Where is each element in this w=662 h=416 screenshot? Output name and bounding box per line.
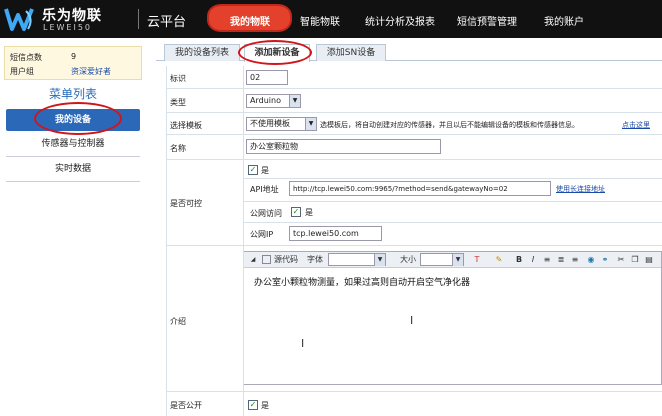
source-code-button[interactable]: 源代码 bbox=[274, 254, 298, 265]
id-label: 标识 bbox=[170, 74, 186, 83]
tab-device-list[interactable]: 我的设备列表 bbox=[164, 44, 240, 61]
chevron-down-icon: ▼ bbox=[374, 254, 385, 266]
intro-text: 办公室小颗粒物测量，如果过高则自动开启空气净化器 bbox=[254, 278, 471, 288]
api-label: API地址 bbox=[250, 185, 279, 194]
menu-title: 菜单列表 bbox=[48, 87, 97, 101]
image-icon[interactable]: ◉ bbox=[586, 255, 596, 265]
template-hint: 选模板后，将自动创建对应的传感器，并且以后不能编辑设备的模板和传感器信息。 bbox=[320, 121, 579, 129]
chevron-down-icon: ▼ bbox=[452, 254, 463, 266]
sidebar-item-realtime[interactable]: 实时数据 bbox=[6, 158, 140, 180]
group-label: 用户组 bbox=[10, 67, 34, 76]
form-row-id bbox=[166, 66, 662, 89]
control-divider bbox=[243, 222, 662, 223]
form-label-column-border bbox=[243, 66, 244, 416]
template-label: 选择模板 bbox=[170, 121, 202, 130]
paste-icon[interactable]: ▤ bbox=[644, 255, 654, 265]
sidebar-divider bbox=[6, 181, 140, 182]
tab-add-sn-device[interactable]: 添加SN设备 bbox=[316, 44, 386, 61]
nav-my-iot[interactable]: 我的物联 bbox=[230, 13, 270, 28]
annotation-oval-sidebar bbox=[34, 102, 122, 135]
public-access-check-label: 是 bbox=[305, 208, 313, 217]
id-input[interactable]: 02 bbox=[246, 70, 288, 85]
public-access-checkbox[interactable]: ✓ bbox=[291, 207, 301, 217]
control-divider bbox=[243, 201, 662, 202]
highlight-color-icon[interactable]: ✎ bbox=[494, 255, 504, 265]
nav-my-account[interactable]: 我的账户 bbox=[544, 13, 584, 28]
bold-icon[interactable]: B bbox=[514, 255, 524, 265]
control-label: 是否可控 bbox=[170, 199, 202, 208]
name-input[interactable]: 办公室颗粒物 bbox=[246, 139, 441, 154]
public-access-label: 公网访问 bbox=[250, 209, 282, 218]
font-select[interactable]: ▼ bbox=[328, 253, 386, 266]
align-center-icon[interactable]: ≣ bbox=[556, 255, 566, 265]
control-checkbox[interactable]: ✓ bbox=[248, 165, 258, 175]
template-select-value: 不使用模板 bbox=[250, 119, 290, 128]
sms-label: 短信点数 bbox=[10, 53, 42, 62]
sidebar-divider bbox=[6, 156, 140, 157]
intro-label: 介绍 bbox=[170, 317, 186, 326]
public-label: 是否公开 bbox=[170, 401, 202, 410]
italic-icon[interactable]: I bbox=[528, 255, 538, 265]
control-divider bbox=[243, 178, 662, 179]
link-icon[interactable]: ⚭ bbox=[600, 255, 610, 265]
form-row-control bbox=[166, 160, 662, 246]
text-cursor-icon: I bbox=[301, 337, 305, 350]
template-help-link[interactable]: 点击这里 bbox=[622, 120, 650, 130]
page: 乐为物联 LEWEI50 云平台 我的物联 智能物联 统计分析及报表 短信预警管… bbox=[0, 0, 662, 416]
public-checkbox[interactable]: ✓ bbox=[248, 400, 258, 410]
size-label: 大小 bbox=[400, 255, 416, 264]
editor-toolbar: ◢ 源代码 字体 ▼ 大小 ▼ T ✎ B I ≡ ≣ ≡ ◉ ⚭ ✂ ❐ ▤ bbox=[244, 252, 661, 268]
chevron-down-icon: ▼ bbox=[289, 95, 300, 107]
font-label: 字体 bbox=[307, 255, 323, 264]
control-check-label: 是 bbox=[261, 166, 269, 175]
copy-icon[interactable]: ❐ bbox=[630, 255, 640, 265]
intro-rich-editor[interactable]: ◢ 源代码 字体 ▼ 大小 ▼ T ✎ B I ≡ ≣ ≡ ◉ ⚭ ✂ ❐ ▤ … bbox=[243, 251, 662, 385]
form-row-type bbox=[166, 89, 662, 113]
template-select[interactable]: 不使用模板 ▼ bbox=[246, 117, 317, 131]
sidebar-item-sensors[interactable]: 传感器与控制器 bbox=[6, 133, 140, 155]
size-select[interactable]: ▼ bbox=[420, 253, 464, 266]
type-label: 类型 bbox=[170, 98, 186, 107]
nav-smart-iot[interactable]: 智能物联 bbox=[300, 13, 340, 28]
header-separator bbox=[138, 9, 139, 29]
account-info-box: 短信点数 9 用户组 资深爱好者 bbox=[4, 46, 142, 80]
nav-sms-alert[interactable]: 短信预警管理 bbox=[457, 13, 517, 28]
text-cursor-icon: I bbox=[410, 314, 414, 327]
nav-statistics[interactable]: 统计分析及报表 bbox=[365, 13, 435, 28]
brand-subtitle: LEWEI50 bbox=[43, 23, 93, 32]
lewei-logo bbox=[4, 8, 34, 31]
align-left-icon[interactable]: ≡ bbox=[542, 255, 552, 265]
annotation-oval-tab bbox=[238, 40, 312, 65]
sms-value: 9 bbox=[71, 52, 77, 61]
name-label: 名称 bbox=[170, 144, 186, 153]
form-row-public bbox=[166, 392, 662, 416]
tab-bar: 我的设备列表 添加新设备 添加SN设备 bbox=[156, 44, 662, 62]
text-color-icon[interactable]: T bbox=[472, 255, 482, 265]
type-select-value: Arduino bbox=[250, 96, 281, 105]
top-header: 乐为物联 LEWEI50 云平台 我的物联 智能物联 统计分析及报表 短信预警管… bbox=[0, 0, 662, 38]
public-ip-label: 公网IP bbox=[250, 230, 274, 239]
form-left-border bbox=[166, 66, 167, 416]
chevron-down-icon: ▼ bbox=[305, 118, 316, 130]
type-select[interactable]: Arduino ▼ bbox=[246, 94, 301, 108]
group-value[interactable]: 资深爱好者 bbox=[71, 66, 111, 77]
api-input[interactable]: http://tcp.lewei50.com:9965/?method=send… bbox=[289, 181, 551, 196]
cut-icon[interactable]: ✂ bbox=[616, 255, 626, 265]
toolbar-collapse-icon[interactable]: ◢ bbox=[248, 255, 258, 265]
public-ip-input[interactable]: tcp.lewei50.com bbox=[289, 226, 382, 241]
platform-label: 云平台 bbox=[147, 15, 187, 30]
brand-name: 乐为物联 bbox=[42, 8, 102, 24]
long-connection-link[interactable]: 使用长连接地址 bbox=[556, 184, 605, 194]
public-check-label: 是 bbox=[261, 401, 269, 410]
source-code-icon[interactable] bbox=[262, 255, 271, 264]
align-right-icon[interactable]: ≡ bbox=[570, 255, 580, 265]
